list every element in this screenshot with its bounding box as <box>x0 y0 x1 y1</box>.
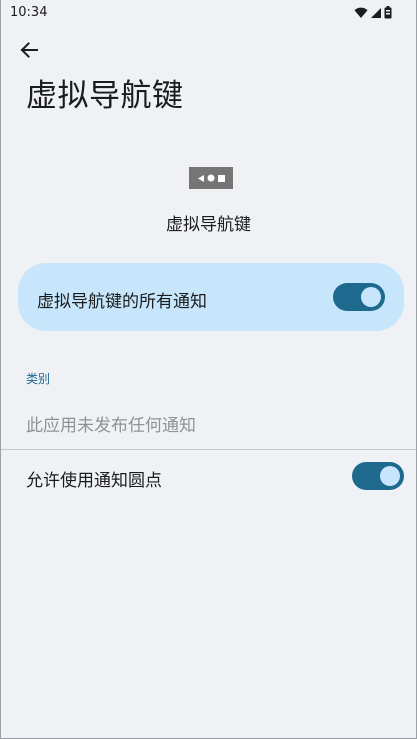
nav-back-glyph-icon <box>197 174 204 182</box>
all-notifications-card[interactable]: 虚拟导航键的所有通知 <box>18 263 404 331</box>
all-notifications-label: 虚拟导航键的所有通知 <box>37 292 207 312</box>
no-notifications-text: 此应用未发布任何通知 <box>26 416 196 436</box>
status-time: 10:34 <box>10 5 48 20</box>
nav-home-glyph-icon <box>207 174 214 182</box>
category-header: 类别 <box>26 372 51 386</box>
arrow-back-icon <box>20 42 38 58</box>
switch-thumb <box>380 466 400 486</box>
navigation-bar-icon <box>189 167 233 189</box>
page-title: 虚拟导航键 <box>26 78 184 114</box>
switch-thumb <box>361 287 381 307</box>
notification-dot-label: 允许使用通知圆点 <box>26 471 162 491</box>
notification-dot-row[interactable]: 允许使用通知圆点 <box>1 450 416 504</box>
status-bar: 10:34 <box>1 0 416 24</box>
all-notifications-switch[interactable] <box>333 283 385 311</box>
nav-recents-glyph-icon <box>217 174 225 182</box>
app-name: 虚拟导航键 <box>166 215 251 235</box>
back-button[interactable] <box>15 38 43 62</box>
wifi-icon <box>354 7 368 18</box>
cell-signal-icon <box>371 7 381 18</box>
battery-icon <box>384 6 392 19</box>
status-icons <box>354 6 392 19</box>
notification-dot-switch[interactable] <box>352 462 404 490</box>
